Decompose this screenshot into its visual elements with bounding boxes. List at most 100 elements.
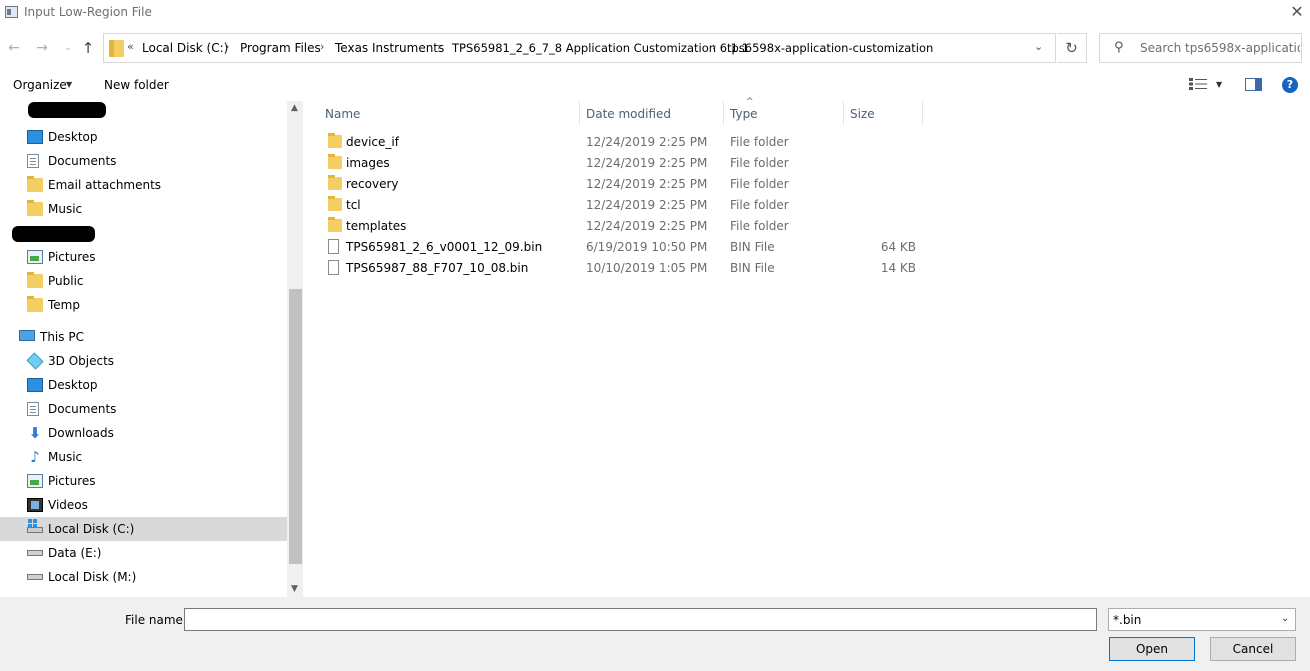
drive-icon — [27, 550, 43, 556]
file-row-tps65981-bin[interactable]: TPS65981_2_6_v0001_12_09.bin 6/19/2019 1… — [325, 237, 1225, 258]
recent-locations-icon[interactable]: ⌄ — [60, 40, 76, 56]
breadcrumb-texas-instruments[interactable]: Texas Instruments — [335, 41, 444, 55]
pc-icon — [19, 330, 35, 341]
file-type: File folder — [730, 156, 789, 170]
3d-objects-icon — [26, 352, 44, 370]
preview-pane-icon[interactable] — [1245, 78, 1262, 91]
sidebar-item-videos[interactable]: Videos — [0, 493, 287, 517]
file-type-value: *.bin — [1113, 613, 1142, 627]
file-type-select[interactable]: *.bin ⌄ — [1108, 608, 1296, 631]
sidebar-item-temp[interactable]: Temp — [0, 293, 287, 317]
column-divider[interactable] — [843, 101, 844, 125]
file-name: TPS65981_2_6_v0001_12_09.bin — [346, 240, 543, 254]
sidebar-item-3d-objects[interactable]: 3D Objects — [0, 349, 287, 373]
open-button[interactable]: Open — [1109, 637, 1195, 661]
sidebar-item-documents[interactable]: Documents — [0, 149, 287, 173]
organize-button[interactable]: Organize — [13, 78, 67, 92]
help-icon[interactable]: ? — [1282, 77, 1298, 93]
scrollbar-thumb[interactable] — [289, 289, 302, 564]
folder-icon — [27, 296, 43, 312]
file-date: 12/24/2019 2:25 PM — [586, 156, 708, 170]
file-row-images[interactable]: images 12/24/2019 2:25 PM File folder — [325, 153, 1225, 174]
navigation-bar: ← → ⌄ ↑ « Local Disk (C:) › Program File… — [0, 31, 1310, 65]
column-header-type[interactable]: Type — [730, 107, 758, 121]
sidebar-item-data-e[interactable]: Data (E:) — [0, 541, 287, 565]
file-name: tcl — [346, 198, 361, 212]
command-toolbar: Organize ▼ New folder ▼ ? — [0, 70, 1310, 100]
sidebar-item-this-pc[interactable]: This PC — [0, 325, 287, 349]
downloads-icon: ⬇ — [28, 424, 42, 442]
chevron-down-icon[interactable]: ⌄ — [1281, 613, 1289, 624]
folder-icon — [27, 200, 43, 216]
sidebar-item-music-pc[interactable]: ♪ Music — [0, 445, 287, 469]
sidebar-item-label: Downloads — [48, 426, 114, 440]
sort-ascending-icon: ^ — [746, 97, 754, 107]
column-divider[interactable] — [723, 101, 724, 125]
folder-icon — [328, 217, 342, 232]
breadcrumb-separator: › — [320, 40, 325, 53]
local-disk-icon — [27, 519, 43, 533]
breadcrumb-tps65981-customization[interactable]: TPS65981_2_6_7_8 Application Customizati… — [452, 41, 749, 55]
up-arrow-icon[interactable]: ↑ — [80, 40, 96, 56]
folder-icon — [109, 40, 124, 57]
back-arrow-icon[interactable]: ← — [6, 40, 22, 56]
file-name: device_if — [346, 135, 399, 149]
sidebar-item-public[interactable]: Public — [0, 269, 287, 293]
folder-icon — [328, 154, 342, 169]
sidebar-item-label: Email attachments — [48, 178, 162, 192]
file-row-tps65987-bin[interactable]: TPS65987_88_F707_10_08.bin 10/10/2019 1:… — [325, 258, 1225, 279]
breadcrumb-current-folder[interactable]: tps6598x-application-customization — [727, 41, 933, 55]
address-bar[interactable]: « Local Disk (C:) › Program Files › Texa… — [103, 33, 1056, 63]
file-name-label: File name: — [125, 613, 187, 627]
chevron-down-icon[interactable]: ⌄ — [1034, 40, 1043, 53]
sidebar-item-desktop[interactable]: Desktop — [0, 125, 287, 149]
breadcrumb-program-files[interactable]: Program Files — [240, 41, 321, 55]
sidebar-item-music-user[interactable]: Music — [0, 197, 287, 221]
sidebar-item-label: Temp — [48, 298, 80, 312]
desktop-icon — [27, 130, 43, 144]
file-type: BIN File — [730, 240, 775, 254]
file-type: File folder — [730, 219, 789, 233]
documents-icon — [27, 154, 39, 168]
file-row-templates[interactable]: templates 12/24/2019 2:25 PM File folder — [325, 216, 1225, 237]
title-bar: Input Low-Region File ✕ — [0, 0, 1310, 26]
scroll-up-icon[interactable]: ▲ — [291, 103, 298, 113]
new-folder-button[interactable]: New folder — [104, 78, 169, 92]
scroll-down-icon[interactable]: ▼ — [291, 584, 298, 594]
dialog-footer: File name: ⌄ *.bin ⌄ Open Cancel — [0, 597, 1310, 671]
sidebar-item-local-disk-m[interactable]: Local Disk (M:) — [0, 565, 287, 589]
column-divider[interactable] — [922, 101, 923, 125]
column-header-size[interactable]: Size — [850, 107, 875, 121]
navigation-pane: Desktop Documents Email attachments Musi… — [0, 101, 287, 597]
file-size: 64 KB — [880, 240, 916, 254]
change-view-icon[interactable] — [1189, 78, 1207, 90]
refresh-icon[interactable]: ↻ — [1057, 33, 1087, 63]
sidebar-item-email-attachments[interactable]: Email attachments — [0, 173, 287, 197]
sidebar-item-label: 3D Objects — [48, 354, 115, 368]
file-row-recovery[interactable]: recovery 12/24/2019 2:25 PM File folder — [325, 174, 1225, 195]
column-divider[interactable] — [579, 101, 580, 125]
cancel-button[interactable]: Cancel — [1210, 637, 1296, 661]
file-row-device-if[interactable]: device_if 12/24/2019 2:25 PM File folder — [325, 132, 1225, 153]
breadcrumb-overflow[interactable]: « — [127, 40, 134, 53]
caret-down-icon[interactable]: ▼ — [66, 80, 72, 89]
caret-down-icon[interactable]: ▼ — [1216, 80, 1222, 89]
folder-icon — [328, 133, 342, 148]
search-input[interactable]: ⚲ Search tps6598x-application... — [1099, 33, 1302, 63]
close-icon[interactable]: ✕ — [1287, 2, 1307, 22]
sidebar-item-label: Public — [48, 274, 84, 288]
sidebar-item-downloads[interactable]: ⬇ Downloads — [0, 421, 287, 445]
drive-icon — [27, 574, 43, 580]
column-header-date-modified[interactable]: Date modified — [586, 107, 671, 121]
file-name-input[interactable]: ⌄ — [184, 608, 1273, 631]
column-header-name[interactable]: Name — [325, 107, 360, 121]
sidebar-item-local-disk-c[interactable]: Local Disk (C:) — [0, 517, 287, 541]
forward-arrow-icon[interactable]: → — [34, 40, 50, 56]
file-row-tcl[interactable]: tcl 12/24/2019 2:25 PM File folder — [325, 195, 1225, 216]
sidebar-item-documents-pc[interactable]: Documents — [0, 397, 287, 421]
sidebar-item-pictures-pc[interactable]: Pictures — [0, 469, 287, 493]
sidebar-item-pictures-user[interactable]: Pictures — [0, 245, 287, 269]
sidebar-item-desktop-pc[interactable]: Desktop — [0, 373, 287, 397]
breadcrumb-separator: › — [712, 40, 717, 53]
breadcrumb-local-disk[interactable]: Local Disk (C:) — [142, 41, 228, 55]
